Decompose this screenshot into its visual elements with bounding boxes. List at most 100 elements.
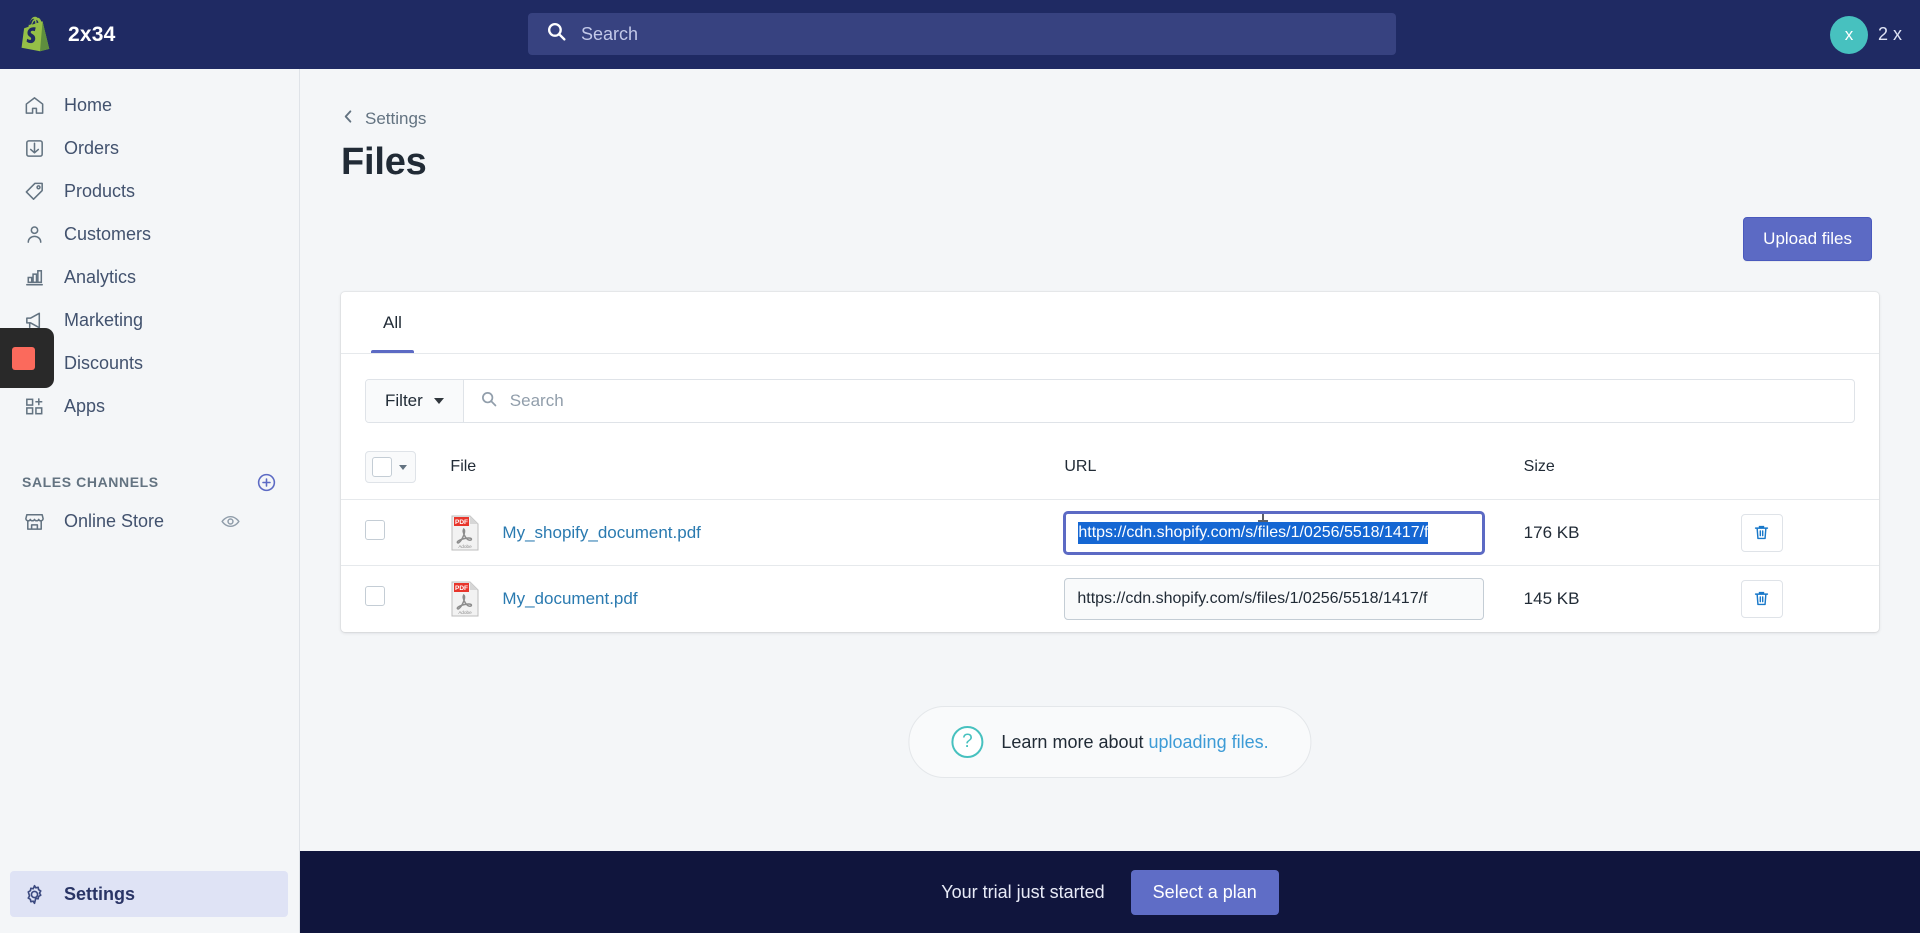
sidebar-item-customers[interactable]: Customers: [10, 214, 289, 255]
table-row: PDF Adobe My_shopify_document.pdf https:…: [341, 499, 1879, 566]
user-name: 2 x: [1877, 24, 1902, 44]
sidebar-item-label: Apps: [64, 396, 106, 416]
file-url-input[interactable]: https://cdn.shopify.com/s/files/1/0256/5…: [1064, 511, 1485, 554]
file-name-link[interactable]: My_shopify_document.pdf: [502, 523, 700, 543]
row-checkbox[interactable]: [365, 586, 385, 607]
sidebar-item-label: Settings: [64, 883, 136, 904]
question-circle-icon: ?: [951, 726, 984, 758]
row-url-cell: https://cdn.shopify.com/s/files/1/0256/5…: [1064, 499, 1524, 566]
tab-all[interactable]: All: [363, 292, 422, 353]
global-search-input[interactable]: Search: [528, 13, 1396, 55]
file-url-value: https://cdn.shopify.com/s/files/1/0256/5…: [1078, 521, 1429, 544]
files-table-body: PDF Adobe My_shopify_document.pdf https:…: [341, 499, 1879, 632]
trash-icon: [1754, 592, 1769, 606]
user-menu[interactable]: x 2 x: [1829, 0, 1902, 69]
sidebar-item-apps[interactable]: Apps: [10, 386, 289, 427]
sidebar-item-analytics[interactable]: Analytics: [10, 257, 289, 298]
main-content: Settings Files Upload files All Filter S…: [300, 69, 1920, 933]
help-banner: ? Learn more about uploading files.: [908, 706, 1312, 778]
svg-text:PDF: PDF: [455, 585, 468, 592]
breadcrumb-label: Settings: [365, 109, 427, 128]
delete-file-button[interactable]: [1740, 513, 1783, 552]
brand-area[interactable]: 2x34: [0, 16, 300, 54]
row-checkbox-cell: [341, 499, 451, 566]
global-search-placeholder: Search: [581, 23, 639, 44]
pdf-file-icon: PDF Adobe: [450, 581, 480, 617]
column-header-actions: [1740, 443, 1879, 500]
person-icon: [22, 223, 46, 247]
stop-recording-icon[interactable]: [0, 328, 54, 388]
sidebar-item-label: Discounts: [64, 353, 144, 373]
orders-inbox-icon: [22, 137, 46, 161]
file-name-link[interactable]: My_document.pdf: [502, 589, 637, 609]
column-header-url: URL: [1064, 443, 1524, 500]
sidebar-item-orders[interactable]: Orders: [10, 128, 289, 169]
row-actions-cell: [1740, 499, 1879, 566]
tag-icon: [22, 180, 46, 204]
row-actions-cell: [1740, 566, 1879, 632]
svg-text:Adobe: Adobe: [459, 610, 473, 615]
file-size: 176 KB: [1523, 522, 1580, 542]
sidebar-item-home[interactable]: Home: [10, 85, 289, 126]
files-table-head: File URL Size: [341, 443, 1879, 500]
sidebar-item-label: Online Store: [64, 511, 165, 531]
table-header-row: File URL Size: [341, 443, 1879, 500]
breadcrumb[interactable]: Settings: [341, 109, 426, 129]
select-all-dropdown[interactable]: [365, 451, 416, 483]
filter-bar: Filter Search: [365, 379, 1855, 423]
delete-file-button[interactable]: [1740, 579, 1783, 618]
sidebar-item-settings[interactable]: Settings: [10, 871, 288, 917]
trial-message: Your trial just started: [941, 881, 1105, 902]
file-size: 145 KB: [1523, 588, 1580, 608]
svg-text:Adobe: Adobe: [459, 544, 473, 549]
row-checkbox[interactable]: [365, 520, 385, 540]
circle-plus-icon[interactable]: [256, 472, 277, 493]
top-bar: 2x34 Search x 2 x: [0, 0, 1920, 69]
gear-icon: [22, 882, 46, 906]
row-size-cell: 176 KB: [1523, 499, 1741, 566]
bar-chart-icon: [22, 266, 46, 290]
file-url-value: https://cdn.shopify.com/s/files/1/0256/5…: [1077, 589, 1428, 607]
uploading-files-link[interactable]: uploading files.: [1149, 732, 1269, 752]
row-file-cell: PDF Adobe My_document.pdf: [450, 566, 1064, 632]
search-icon: [546, 21, 567, 47]
files-search-input[interactable]: Search: [464, 380, 1854, 422]
chevron-down-icon: [433, 398, 444, 404]
eye-icon[interactable]: [220, 511, 241, 532]
table-row: PDF Adobe My_document.pdf https://cdn.sh…: [341, 566, 1879, 632]
help-text: Learn more about: [1001, 731, 1149, 752]
chevron-left-icon: [341, 109, 356, 129]
trial-banner: Your trial just started Select a plan: [300, 851, 1920, 933]
store-name: 2x34: [68, 22, 116, 46]
stop-recording-square: [11, 346, 35, 370]
row-url-cell: https://cdn.shopify.com/s/files/1/0256/5…: [1064, 566, 1523, 632]
sidebar-item-label: Customers: [64, 224, 152, 244]
select-all-header: [341, 443, 451, 500]
checkbox-unchecked-icon[interactable]: [372, 457, 392, 477]
files-table: File URL Size PDF Adobe My_shopify_docum…: [341, 443, 1879, 632]
row-file-cell: PDF Adobe My_shopify_document.pdf: [450, 499, 1065, 566]
column-header-file: File: [450, 443, 1065, 500]
tab-label: All: [383, 312, 402, 332]
files-card: All Filter Search File URL Size PDF Adob…: [341, 292, 1879, 632]
sidebar-item-products[interactable]: Products: [10, 171, 289, 212]
avatar: x: [1829, 15, 1868, 54]
svg-text:PDF: PDF: [455, 519, 468, 526]
trash-icon: [1754, 525, 1769, 540]
storefront-icon: [22, 510, 46, 534]
column-header-size: Size: [1523, 443, 1741, 500]
sidebar-item-online-store[interactable]: Online Store: [10, 501, 289, 542]
shopify-bag-icon: [18, 16, 52, 54]
chevron-down-icon: [399, 464, 407, 470]
apps-grid-plus-icon: [22, 395, 46, 419]
upload-files-button[interactable]: Upload files: [1743, 217, 1872, 261]
row-checkbox-cell: [341, 566, 450, 632]
sidebar-item-label: Marketing: [64, 310, 144, 330]
file-url-input[interactable]: https://cdn.shopify.com/s/files/1/0256/5…: [1064, 577, 1485, 620]
files-search-placeholder: Search: [509, 391, 564, 410]
select-a-plan-button[interactable]: Select a plan: [1130, 869, 1279, 915]
home-icon: [22, 94, 46, 118]
tab-bar: All: [341, 292, 1879, 354]
filter-button[interactable]: Filter: [366, 380, 464, 422]
search-icon: [480, 390, 498, 413]
